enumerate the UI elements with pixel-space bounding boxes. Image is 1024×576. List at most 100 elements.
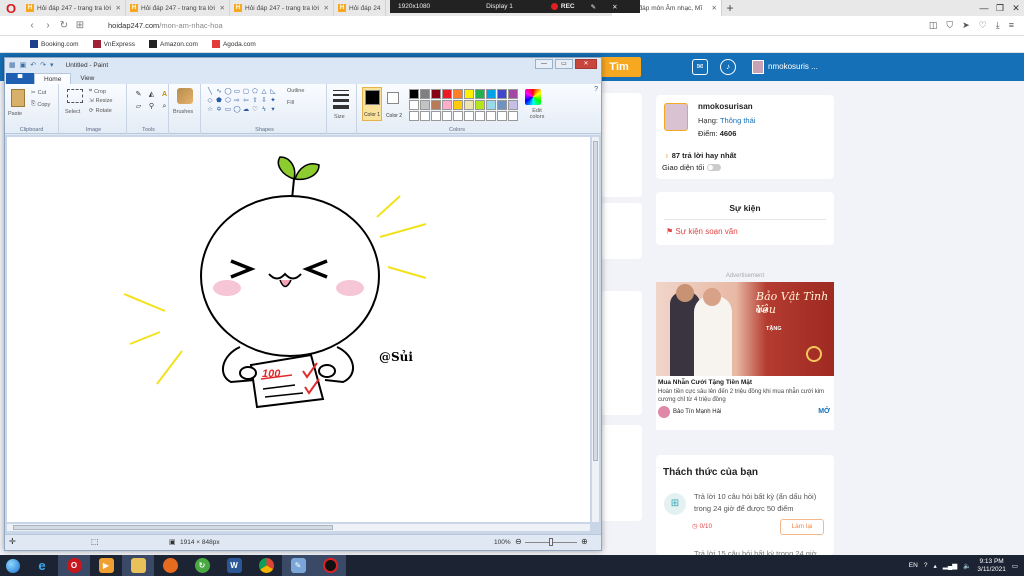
- rectangle-shape-icon[interactable]: ▭: [233, 88, 241, 96]
- browser-tab[interactable]: H Hỏi đáp 24: [334, 0, 386, 16]
- callout-cloud-shape-icon[interactable]: ☁: [242, 106, 250, 114]
- edit-colors-icon[interactable]: [525, 89, 541, 105]
- heart-icon[interactable]: ♡: [979, 20, 987, 31]
- bookmark-vnexpress[interactable]: VnExpress: [92, 40, 135, 48]
- minimize-icon[interactable]: —: [535, 59, 553, 69]
- zoom-out-button[interactable]: ⊖: [515, 537, 522, 546]
- taskbar-ie[interactable]: e: [26, 555, 58, 576]
- paste-icon[interactable]: [11, 89, 25, 107]
- clock[interactable]: 9:13 PM 3/11/2021: [977, 558, 1005, 574]
- eraser-icon[interactable]: ▱: [133, 102, 144, 112]
- zoom-in-button[interactable]: ⊕: [581, 537, 588, 546]
- cut-button[interactable]: ✂ Cut: [31, 90, 46, 96]
- palette-color-swatch[interactable]: [409, 111, 419, 121]
- pen-icon[interactable]: ✎: [583, 3, 604, 11]
- search-button[interactable]: Tìm: [597, 57, 641, 77]
- right-arrow-shape-icon[interactable]: ⇨: [233, 97, 241, 105]
- send-icon[interactable]: ➤: [962, 20, 970, 31]
- palette-color-swatch[interactable]: [442, 89, 452, 99]
- palette-color-swatch[interactable]: [486, 100, 496, 110]
- retry-button[interactable]: Làm lại: [780, 519, 824, 535]
- edit-colors-button[interactable]: Edit colors: [525, 108, 549, 120]
- vertical-scrollbar[interactable]: [592, 137, 599, 522]
- select-button[interactable]: Select: [65, 109, 80, 115]
- line-shape-icon[interactable]: ╲: [206, 88, 214, 96]
- bell-icon[interactable]: ♪: [720, 59, 736, 75]
- recorder-display[interactable]: Display 1: [478, 3, 521, 10]
- help-tray-icon[interactable]: ?: [924, 562, 928, 569]
- color1-button[interactable]: Color 1: [362, 87, 382, 121]
- palette-color-swatch[interactable]: [453, 100, 463, 110]
- star5-shape-icon[interactable]: ☆: [206, 106, 214, 114]
- tiles-icon[interactable]: ⊞: [72, 20, 88, 31]
- pentagon-shape-icon[interactable]: ⬟: [215, 97, 223, 105]
- more-shapes-icon[interactable]: ▾: [269, 106, 277, 114]
- palette-color-swatch[interactable]: [409, 100, 419, 110]
- ad-open-button[interactable]: MỞ: [818, 408, 830, 415]
- profile-name[interactable]: nmokosurisan: [698, 102, 753, 111]
- bookmark-agoda[interactable]: Agoda.com: [211, 40, 256, 48]
- horizontal-scrollbar[interactable]: [7, 524, 590, 531]
- palette-color-swatch[interactable]: [420, 100, 430, 110]
- palette-color-swatch[interactable]: [497, 100, 507, 110]
- hexagon-shape-icon[interactable]: ⬡: [224, 97, 232, 105]
- close-recorder-icon[interactable]: ✕: [604, 3, 625, 11]
- diamond-shape-icon[interactable]: ◇: [206, 97, 214, 105]
- ad-headline[interactable]: Mua Nhẫn Cưới Tặng Tiền Mặt: [658, 379, 752, 386]
- palette-color-swatch[interactable]: [508, 100, 518, 110]
- menu-icon[interactable]: ≡: [1009, 20, 1014, 31]
- tab-view[interactable]: View: [71, 73, 103, 84]
- copy-button[interactable]: ⎘ Copy: [31, 101, 50, 108]
- palette-color-swatch[interactable]: [442, 100, 452, 110]
- brush-icon[interactable]: [177, 88, 193, 104]
- close-tab-icon[interactable]: ✕: [116, 4, 121, 12]
- bookmark-booking[interactable]: Booking.com: [30, 40, 79, 48]
- close-icon[interactable]: ✕: [1008, 0, 1024, 16]
- tab-home[interactable]: Home: [34, 72, 72, 84]
- palette-color-swatch[interactable]: [464, 100, 474, 110]
- header-username[interactable]: nmokosuris ...: [768, 62, 818, 71]
- taskbar-app-green[interactable]: ↻: [186, 555, 218, 576]
- close-icon[interactable]: ✕: [575, 59, 597, 69]
- volume-icon[interactable]: 🔈: [963, 562, 971, 570]
- size-button[interactable]: Size: [334, 114, 345, 120]
- avatar[interactable]: [664, 103, 688, 131]
- file-menu-button[interactable]: ▀: [6, 72, 34, 84]
- pencil-icon[interactable]: ✎: [133, 90, 144, 100]
- taskbar-recorder[interactable]: [314, 555, 346, 576]
- oval-shape-icon[interactable]: ◯: [224, 88, 232, 96]
- reload-icon[interactable]: ↻: [56, 20, 72, 31]
- ad-image[interactable]: Bảo Vật Tình Yêu MUA TẶNG: [656, 282, 834, 376]
- back-icon[interactable]: ‹: [24, 20, 40, 31]
- up-arrow-shape-icon[interactable]: ⇧: [251, 97, 259, 105]
- opera-logo-icon[interactable]: O: [0, 0, 22, 16]
- palette-color-swatch[interactable]: [431, 100, 441, 110]
- outline-button[interactable]: Outline: [287, 88, 304, 94]
- shield-icon[interactable]: ⛉: [946, 20, 953, 31]
- rotate-button[interactable]: ⟳ Rotate: [89, 108, 112, 114]
- zoom-slider-thumb[interactable]: [549, 538, 553, 546]
- redo-icon[interactable]: ↷: [40, 61, 46, 69]
- new-tab-button[interactable]: +: [722, 0, 738, 16]
- help-icon[interactable]: ?: [594, 86, 598, 93]
- avatar[interactable]: [752, 60, 764, 74]
- dark-mode-toggle[interactable]: [707, 164, 722, 171]
- forward-icon[interactable]: ›: [40, 20, 56, 31]
- start-button[interactable]: [0, 555, 26, 576]
- customize-icon[interactable]: ▾: [50, 61, 54, 69]
- heart-shape-icon[interactable]: ♡: [251, 106, 259, 114]
- palette-color-swatch[interactable]: [508, 111, 518, 121]
- taskbar-opera[interactable]: O: [58, 555, 90, 576]
- palette-color-swatch[interactable]: [497, 111, 507, 121]
- notifications-icon[interactable]: ▭: [1012, 562, 1018, 570]
- right-triangle-shape-icon[interactable]: ◺: [269, 88, 277, 96]
- close-tab-icon[interactable]: ✕: [220, 4, 225, 12]
- resize-button[interactable]: ⇲ Resize: [89, 98, 112, 104]
- taskbar-paint[interactable]: ✎: [282, 555, 314, 576]
- save-icon[interactable]: ▣: [20, 61, 27, 69]
- chat-icon[interactable]: ✉: [692, 59, 708, 75]
- color2-button[interactable]: Color 2: [384, 87, 404, 121]
- fill-bucket-icon[interactable]: ◭: [146, 90, 157, 100]
- palette-color-swatch[interactable]: [453, 89, 463, 99]
- recorder-resolution[interactable]: 1920x1080: [390, 3, 438, 10]
